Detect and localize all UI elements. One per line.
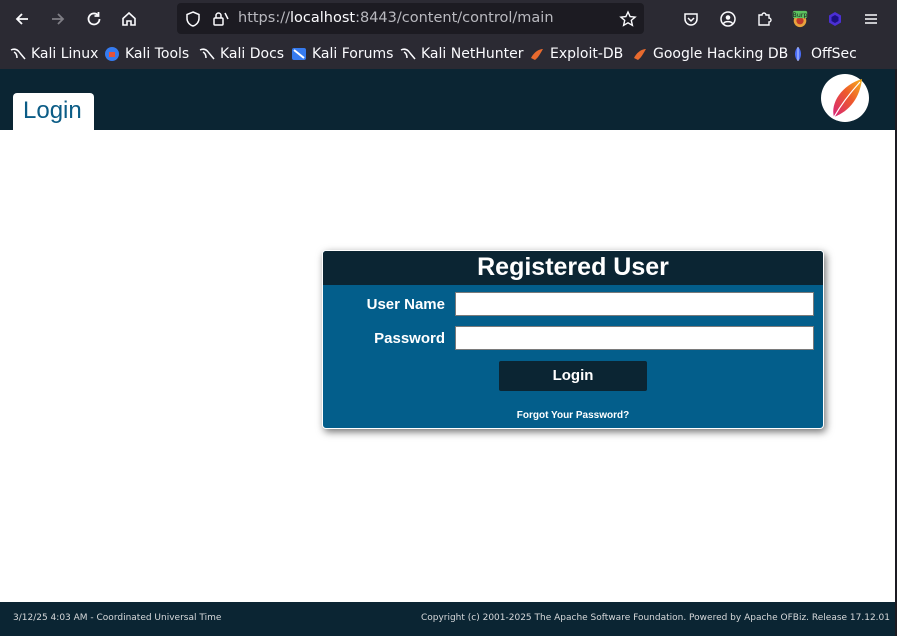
- reload-icon: [87, 12, 101, 26]
- footer-copyright: Copyright (c) 2001-2025 The Apache Softw…: [420, 613, 890, 623]
- forgot-password-link[interactable]: Forgot Your Password?: [323, 410, 823, 421]
- offsec-icon: [795, 47, 801, 61]
- bookmark-offsec[interactable]: OffSec: [790, 45, 857, 63]
- app-header: Login: [0, 69, 895, 130]
- login-panel-header: Registered User: [323, 251, 823, 285]
- extensions-button[interactable]: [751, 6, 777, 32]
- bookmark-label: Kali Forums: [312, 46, 394, 62]
- browser-toolbar: https://localhost:8443/content/control/m…: [0, 0, 897, 37]
- burp-icon: Burp: [793, 10, 808, 28]
- password-field[interactable]: [455, 326, 814, 350]
- bookmark-label: Kali Tools: [125, 46, 190, 62]
- svg-text:Burp: Burp: [793, 12, 808, 19]
- footer-timestamp: 3/12/25 4:03 AM - Coordinated Universal …: [13, 613, 222, 623]
- account-button[interactable]: [715, 6, 741, 32]
- tab-login-label: Login: [23, 97, 82, 124]
- bookmark-label: Exploit-DB: [550, 46, 624, 62]
- web-page: Login Registered User User Name Password…: [0, 69, 895, 636]
- home-icon: [122, 11, 136, 26]
- puzzle-icon: [758, 12, 772, 26]
- exploit-db-icon: [531, 49, 543, 60]
- kali-dragon-icon: [10, 48, 26, 60]
- bookmark-kali-docs[interactable]: Kali Docs: [199, 45, 284, 63]
- bookmark-kali-nethunter[interactable]: Kali NetHunter: [400, 45, 523, 63]
- bookmark-label: Kali Linux: [31, 46, 99, 62]
- bookmark-label: OffSec: [811, 46, 857, 62]
- bookmark-google-hacking-db[interactable]: Google Hacking DB: [632, 45, 788, 63]
- pocket-button[interactable]: [678, 6, 704, 32]
- password-label: Password: [374, 330, 445, 347]
- username-field[interactable]: [455, 292, 814, 316]
- url-scheme: https://: [238, 10, 290, 26]
- page-footer: 3/12/25 4:03 AM - Coordinated Universal …: [0, 602, 895, 636]
- address-bar[interactable]: https://localhost:8443/content/control/m…: [177, 3, 644, 34]
- account-icon: [720, 11, 736, 27]
- bookmark-kali-tools[interactable]: Kali Tools: [104, 45, 189, 63]
- tab-login[interactable]: Login: [13, 93, 94, 130]
- kali-dragon-icon: [199, 48, 215, 60]
- forward-button[interactable]: [45, 6, 71, 32]
- menu-button[interactable]: [858, 6, 884, 32]
- purple-extension-button[interactable]: [822, 6, 848, 32]
- kali-forums-icon: [292, 48, 306, 60]
- kali-dragon-icon: [400, 48, 416, 60]
- bookmark-label: Kali Docs: [220, 46, 285, 62]
- lock-warning-icon[interactable]: [211, 10, 229, 28]
- kali-tools-icon: [105, 47, 119, 61]
- shield-icon[interactable]: [184, 10, 202, 28]
- hexagon-extension-icon: [829, 12, 841, 26]
- pocket-icon: [684, 13, 698, 26]
- bookmark-exploit-db[interactable]: Exploit-DB: [529, 45, 623, 63]
- bookmark-kali-linux[interactable]: Kali Linux: [10, 45, 98, 63]
- login-panel: Registered User User Name Password Login…: [322, 250, 824, 429]
- hamburger-menu-icon: [865, 14, 877, 24]
- arrow-right-icon: [52, 13, 65, 25]
- url-text[interactable]: https://localhost:8443/content/control/m…: [238, 10, 554, 26]
- bookmark-kali-forums[interactable]: Kali Forums: [291, 45, 393, 63]
- back-button[interactable]: [9, 6, 35, 32]
- bookmark-label: Kali NetHunter: [421, 46, 524, 62]
- bookmark-label: Google Hacking DB: [653, 46, 789, 62]
- username-label: User Name: [366, 296, 445, 313]
- bookmarks-bar: Kali Linux Kali Tools Kali Docs Kali For…: [0, 37, 897, 69]
- reload-button[interactable]: [81, 6, 107, 32]
- url-path: :8443/content/control/main: [355, 10, 554, 26]
- exploit-db-icon: [634, 49, 646, 60]
- star-icon[interactable]: [619, 10, 637, 28]
- arrow-left-icon: [15, 13, 28, 25]
- url-host: localhost: [289, 10, 356, 26]
- ofbiz-logo[interactable]: [820, 73, 870, 123]
- login-panel-title: Registered User: [477, 253, 669, 281]
- burp-extension-button[interactable]: Burp: [787, 6, 813, 32]
- login-button[interactable]: Login: [499, 361, 647, 391]
- home-button[interactable]: [116, 6, 142, 32]
